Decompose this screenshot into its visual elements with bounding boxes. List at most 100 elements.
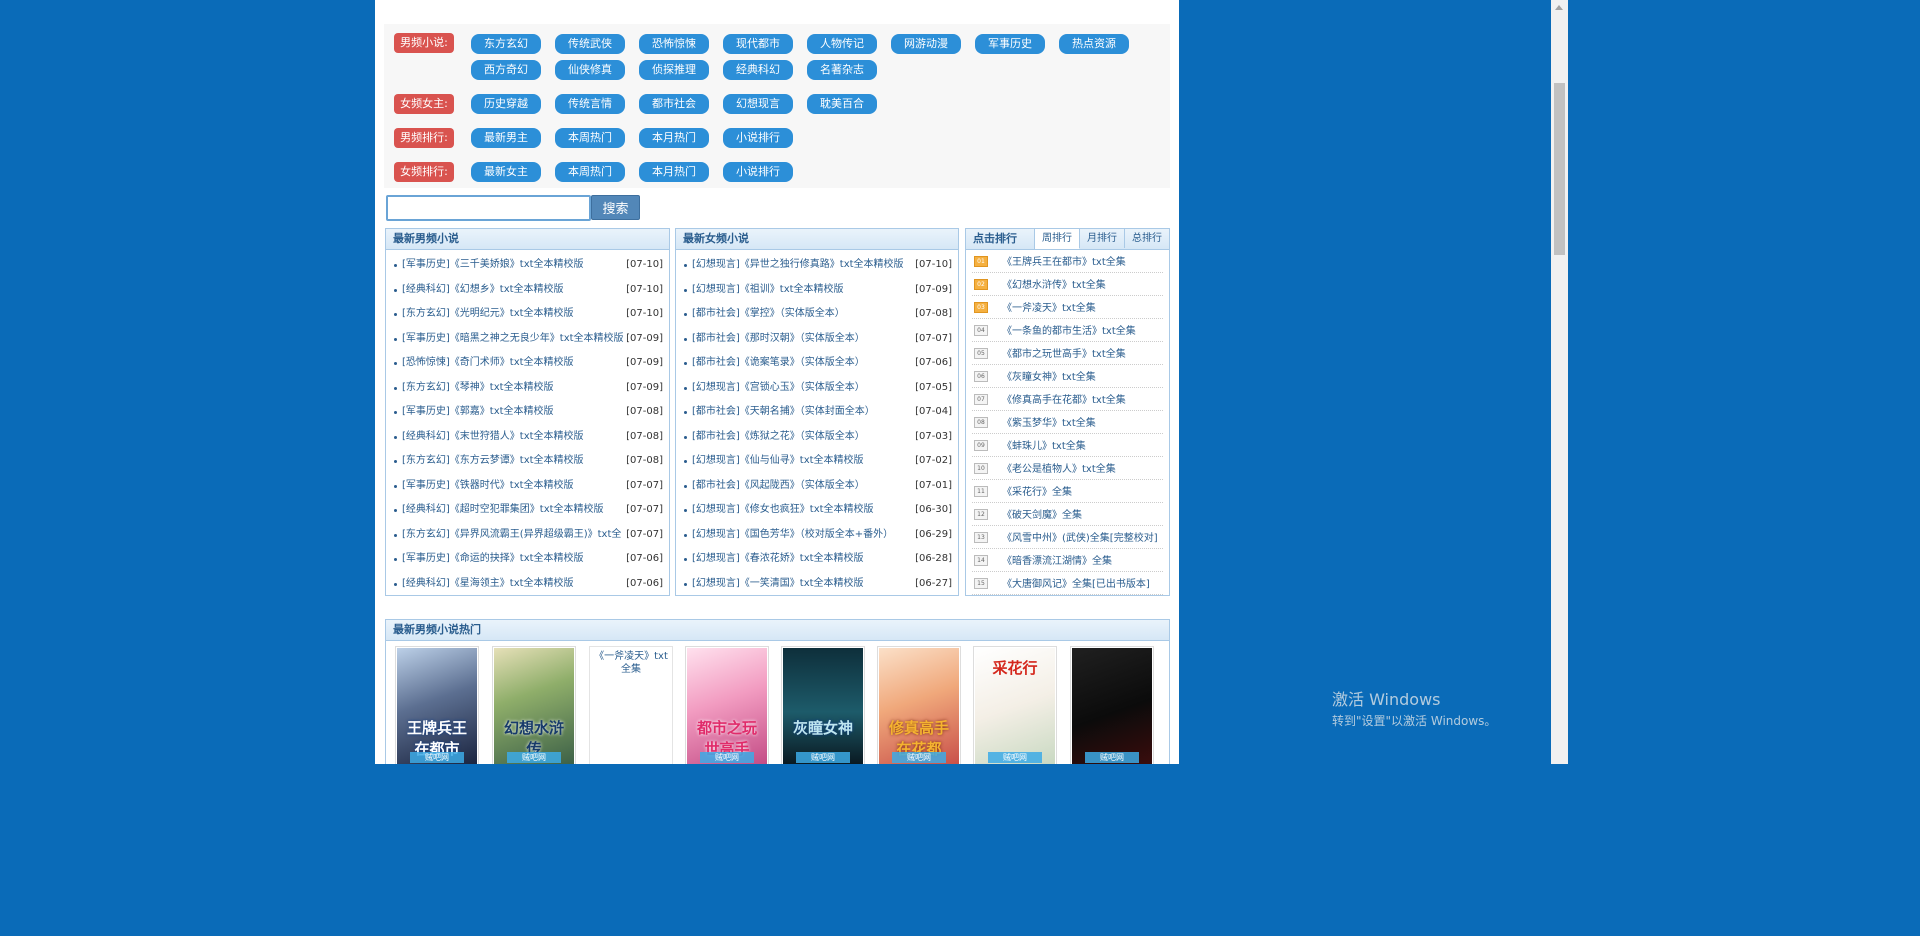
book-link[interactable]: [幻想现言]《异世之独行修真路》txt全本精校版 (692, 253, 904, 278)
male-new-list: [军事历史]《三千美娇娘》txt全本精校版 [07-10] [经典科幻]《幻想乡》t… (386, 250, 669, 596)
book-link[interactable]: 《蚌珠儿》txt全集 (1002, 441, 1086, 452)
nav-pill[interactable]: 名著杂志 (807, 60, 877, 80)
book-cover[interactable]: 贼吧网 (1070, 646, 1154, 764)
book-link[interactable]: [幻想现言]《春浓花娇》txt全本精校版 (692, 547, 864, 572)
nav-pill[interactable]: 经典科幻 (723, 60, 793, 80)
book-link[interactable]: [幻想现言]《国色芳华》（校对版全本+番外） (692, 523, 893, 548)
nav-pill[interactable]: 西方奇幻 (471, 60, 541, 80)
book-link[interactable]: [军事历史]《郭嘉》txt全本精校版 (402, 400, 554, 425)
list-item: [东方玄幻]《光明纪元》txt全本精校版 [07-10] (386, 302, 669, 327)
book-link[interactable]: [东方玄幻]《琴神》txt全本精校版 (402, 376, 554, 401)
nav-pill[interactable]: 恐怖惊悚 (639, 34, 709, 54)
book-link[interactable]: [东方玄幻]《东方云梦谭》txt全本精校版 (402, 449, 584, 474)
book-link[interactable]: 《老公是植物人》txt全集 (1002, 464, 1116, 475)
book-link[interactable]: 《一斧凌天》txt全集 (1002, 303, 1096, 314)
book-link[interactable]: 《采花行》全集 (1002, 487, 1072, 498)
book-cover[interactable]: 幻想水浒传 贼吧网 (492, 646, 576, 764)
scroll-up-arrow-icon[interactable] (1555, 5, 1563, 10)
nav-pill[interactable]: 本周热门 (555, 128, 625, 148)
book-link[interactable]: 《一条鱼的都市生活》txt全集 (1002, 326, 1136, 337)
tab-week[interactable]: 周排行 (1034, 229, 1079, 249)
book-link[interactable]: [军事历史]《三千美娇娘》txt全本精校版 (402, 253, 584, 278)
nav-pill[interactable]: 传统武侠 (555, 34, 625, 54)
nav-pill[interactable]: 军事历史 (975, 34, 1045, 54)
nav-pill[interactable]: 最新女主 (471, 162, 541, 182)
tab-month[interactable]: 月排行 (1079, 229, 1124, 248)
book-link[interactable]: [东方玄幻]《光明纪元》txt全本精校版 (402, 302, 574, 327)
book-link[interactable]: [东方玄幻]《异界风流霸王(异界超级霸王)》txt全 (402, 523, 621, 548)
nav-pill[interactable]: 幻想现言 (723, 94, 793, 114)
nav-pill[interactable]: 本月热门 (639, 128, 709, 148)
book-link[interactable]: 《风雪中州》(武侠)全集[完整校对] (1002, 533, 1158, 544)
book-cover[interactable]: 都市之玩世高手 贼吧网 (685, 646, 769, 764)
broken-cover-image[interactable]: 《一斧凌天》txt全集 (589, 646, 673, 764)
scrollbar-thumb[interactable] (1554, 83, 1565, 255)
book-link[interactable]: [经典科幻]《幻想乡》txt全本精校版 (402, 278, 564, 303)
nav-pill[interactable]: 侦探推理 (639, 60, 709, 80)
search-input[interactable] (386, 195, 591, 221)
book-link[interactable]: [幻想现言]《修女也疯狂》txt全本精校版 (692, 498, 874, 523)
nav-pill[interactable]: 小说排行 (723, 162, 793, 182)
tab-total[interactable]: 总排行 (1124, 229, 1169, 248)
book-link[interactable]: 《都市之玩世高手》txt全集 (1002, 349, 1126, 360)
item-date: [07-08] (626, 455, 663, 466)
nav-row-label: 女频排行: (394, 162, 454, 182)
nav-pill[interactable]: 传统言情 (555, 94, 625, 114)
book-link[interactable]: 《紫玉梦华》txt全集 (1002, 418, 1096, 429)
category-nav: 男频小说: 东方玄幻 传统武侠 恐怖惊悚 现代都市 人物传记 网游动漫 军事历史… (384, 24, 1170, 188)
book-link[interactable]: [幻想现言]《祖训》txt全本精校版 (692, 278, 844, 303)
nav-pill[interactable]: 历史穿越 (471, 94, 541, 114)
book-link[interactable]: [幻想现言]《仙与仙寻》txt全本精校版 (692, 449, 864, 474)
book-cover[interactable]: 王牌兵王在都市 贼吧网 (395, 646, 479, 764)
book-link[interactable]: 《灰瞳女神》txt全集 (1002, 372, 1096, 383)
book-link[interactable]: [经典科幻]《超时空犯罪集团》txt全本精校版 (402, 498, 604, 523)
nav-pill[interactable]: 最新男主 (471, 128, 541, 148)
book-cover[interactable]: 采花行 贼吧网 (973, 646, 1057, 764)
cover-title: 灰瞳女神 (792, 719, 853, 737)
book-link[interactable]: [幻想现言]《一笑清国》txt全本精校版 (692, 572, 864, 596)
book-link[interactable]: 《修真高手在花都》txt全集 (1002, 395, 1126, 406)
nav-pill[interactable]: 都市社会 (639, 94, 709, 114)
rank-number-badge: 04 (974, 325, 988, 336)
book-link[interactable]: [幻想现言]《宫锁心玉》（实体版全本） (692, 376, 865, 401)
book-link[interactable]: [军事历史]《铁器时代》txt全本精校版 (402, 474, 574, 499)
nav-pill[interactable]: 本月热门 (639, 162, 709, 182)
book-link[interactable]: [军事历史]《命运的抉择》txt全本精校版 (402, 547, 584, 572)
book-link[interactable]: 《王牌兵王在都市》txt全集 (1002, 257, 1126, 268)
book-link[interactable]: [都市社会]《天朝名捕》（实体封面全本） (692, 400, 875, 425)
book-link[interactable]: 《破天剑魔》全集 (1002, 510, 1082, 521)
book-link[interactable]: [都市社会]《炼狱之花》（实体版全本） (692, 425, 865, 450)
book-link[interactable]: [经典科幻]《星海领主》txt全本精校版 (402, 572, 574, 596)
rank-item: 15 《大唐御风记》全集[已出书版本] (972, 572, 1163, 595)
book-cover[interactable]: 灰瞳女神 贼吧网 (781, 646, 865, 764)
nav-pill[interactable]: 仙侠修真 (555, 60, 625, 80)
book-link[interactable]: [军事历史]《暗黑之神之无良少年》txt全本精校版 (402, 327, 624, 352)
search-button[interactable]: 搜索 (591, 195, 640, 220)
nav-pill[interactable]: 耽美百合 (807, 94, 877, 114)
book-link[interactable]: [恐怖惊悚]《奇门术师》txt全本精校版 (402, 351, 574, 376)
item-date: [06-30] (915, 504, 952, 515)
nav-pill[interactable]: 热点资源 (1059, 34, 1129, 54)
nav-pill[interactable]: 东方玄幻 (471, 34, 541, 54)
nav-pill[interactable]: 网游动漫 (891, 34, 961, 54)
book-link[interactable]: [都市社会]《诡案笔录》（实体版全本） (692, 351, 865, 376)
book-link[interactable]: 《幻想水浒传》txt全集 (1002, 280, 1106, 291)
female-new-panel: 最新女频小说 [幻想现言]《异世之独行修真路》txt全本精校版 [07-10] [幻… (675, 228, 959, 596)
book-link[interactable]: [都市社会]《掌控》（实体版全本） (692, 302, 845, 327)
nav-pill[interactable]: 小说排行 (723, 128, 793, 148)
windows-activation-watermark: 激活 Windows 转到"设置"以激活 Windows。 (1332, 686, 1496, 729)
book-link[interactable]: 《大唐御风记》全集[已出书版本] (1002, 579, 1150, 590)
book-cover[interactable]: 修真高手在花都 贼吧网 (877, 646, 961, 764)
item-date: [07-09] (626, 381, 663, 393)
nav-row-label: 男频小说: (394, 33, 454, 53)
nav-pill[interactable]: 现代都市 (723, 34, 793, 54)
vertical-scrollbar[interactable] (1551, 0, 1568, 764)
rank-number-badge: 09 (974, 440, 988, 451)
book-link[interactable]: [都市社会]《那时汉朝》（实体版全本） (692, 327, 865, 352)
item-date: [07-10] (626, 308, 663, 319)
nav-pill[interactable]: 人物传记 (807, 34, 877, 54)
book-link[interactable]: 《暗香漂流江湖情》全集 (1002, 556, 1112, 567)
book-link[interactable]: [都市社会]《风起陇西》（实体版全本） (692, 474, 865, 499)
book-link[interactable]: [经典科幻]《末世狩猎人》txt全本精校版 (402, 425, 584, 450)
nav-pill[interactable]: 本周热门 (555, 162, 625, 182)
